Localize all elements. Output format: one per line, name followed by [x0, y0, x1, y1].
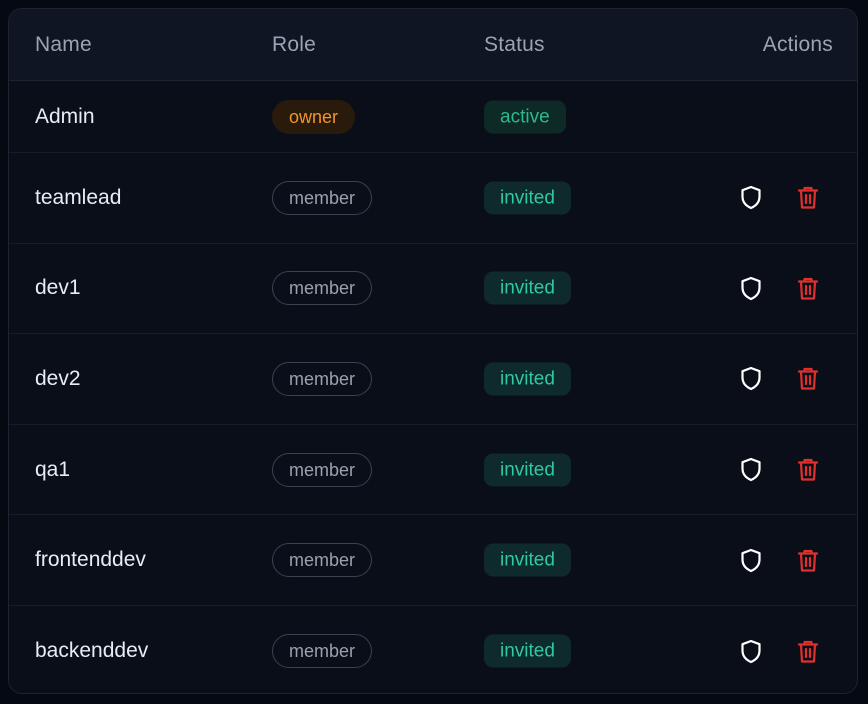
table-row: Admin owner active: [9, 81, 857, 153]
role-badge: member: [272, 271, 373, 306]
member-name: dev1: [35, 276, 81, 300]
trash-icon[interactable]: [795, 275, 821, 301]
role-badge: member: [272, 634, 373, 669]
trash-icon[interactable]: [795, 366, 821, 392]
column-header-status[interactable]: Status: [484, 33, 545, 57]
row-actions: [738, 547, 821, 573]
row-actions: [738, 185, 821, 211]
member-name: teamlead: [35, 185, 122, 209]
role-badge: member: [272, 180, 373, 215]
table-row: dev2 member invited: [9, 334, 857, 425]
table-row: frontenddev member invited: [9, 515, 857, 606]
role-badge: member: [272, 452, 373, 487]
member-name: Admin: [35, 104, 95, 128]
trash-icon[interactable]: [795, 638, 821, 664]
member-name: frontenddev: [35, 548, 146, 572]
member-name: backenddev: [35, 639, 149, 663]
role-badge: member: [272, 361, 373, 396]
shield-icon[interactable]: [738, 547, 764, 573]
role-badge: member: [272, 543, 373, 578]
shield-icon[interactable]: [738, 366, 764, 392]
column-header-role[interactable]: Role: [272, 33, 316, 57]
shield-icon[interactable]: [738, 185, 764, 211]
trash-icon[interactable]: [795, 185, 821, 211]
member-name: dev2: [35, 366, 81, 390]
row-actions: [738, 366, 821, 392]
column-header-name[interactable]: Name: [35, 33, 92, 57]
member-name: qa1: [35, 457, 71, 481]
status-badge: invited: [484, 634, 571, 668]
status-badge: invited: [484, 362, 571, 396]
members-table: Name Role Status Actions Admin owner activ…: [8, 8, 858, 694]
status-badge: invited: [484, 271, 571, 305]
status-badge: invited: [484, 181, 571, 215]
trash-icon[interactable]: [795, 547, 821, 573]
table-header: Name Role Status Actions: [9, 9, 857, 81]
shield-icon[interactable]: [738, 638, 764, 664]
status-badge: invited: [484, 453, 571, 487]
trash-icon[interactable]: [795, 457, 821, 483]
table-row: dev1 member invited: [9, 244, 857, 335]
column-header-actions: Actions: [762, 32, 833, 56]
status-badge: invited: [484, 543, 571, 577]
table-row: teamlead member invited: [9, 153, 857, 244]
table-body: Admin owner active teamlead member invited dev…: [9, 81, 857, 693]
row-actions: [738, 457, 821, 483]
row-actions: [738, 275, 821, 301]
status-badge: active: [484, 100, 566, 133]
table-row: qa1 member invited: [9, 425, 857, 516]
role-badge: owner: [272, 99, 356, 134]
row-actions: [738, 638, 821, 664]
table-row: backenddev member invited: [9, 606, 857, 693]
shield-icon[interactable]: [738, 275, 764, 301]
shield-icon[interactable]: [738, 457, 764, 483]
